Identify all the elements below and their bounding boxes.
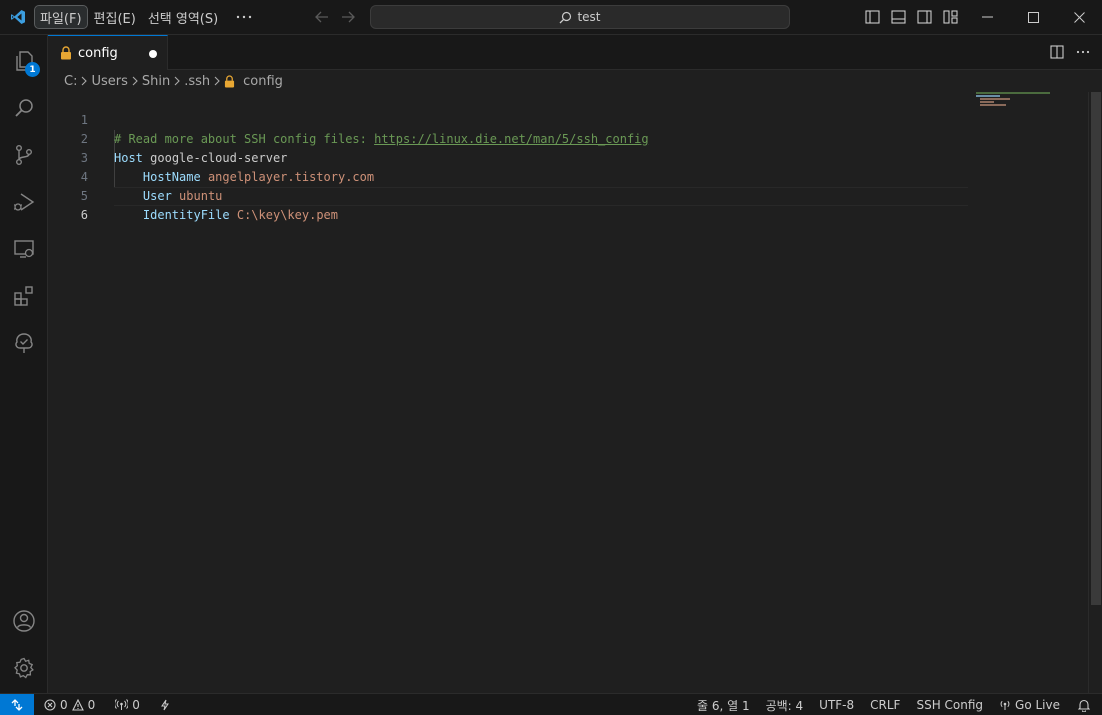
forwarded-ports-indicator[interactable]: 0 [109,694,146,715]
search-icon [560,11,572,23]
toggle-primary-sidebar-icon[interactable] [862,6,882,28]
breadcrumb-ssh[interactable]: .ssh [184,74,210,89]
go-back-icon[interactable] [313,8,331,26]
toggle-secondary-sidebar-icon[interactable] [914,6,934,28]
minimap[interactable] [976,92,1086,112]
chevron-right-icon [173,76,181,86]
menu-file[interactable]: 파일(F) [34,5,88,29]
search-icon[interactable] [0,84,48,132]
explorer-icon[interactable]: 1 [0,37,48,85]
notifications-bell-icon[interactable] [1072,694,1096,715]
code-line-1[interactable]: 1 # Read more about SSH config files: ht… [48,92,968,146]
more-actions-icon[interactable] [1072,41,1094,63]
eol-setting[interactable]: CRLF [864,694,906,715]
vscode-logo-icon [0,0,35,35]
unsaved-dot-icon[interactable] [149,50,157,58]
error-count: 0 [60,697,68,712]
broadcast-icon [1000,700,1010,710]
lightning-icon [160,699,169,710]
customize-layout-icon[interactable] [940,6,960,28]
remote-indicator-icon[interactable] [0,693,34,715]
editor-tabs: config [48,35,1102,70]
value-identityfile: C:\key\key.pem [236,208,338,222]
ports-count: 0 [132,697,140,712]
search-text: test [577,10,601,24]
extensions-icon[interactable] [0,272,48,320]
go-forward-icon[interactable] [339,8,357,26]
lock-icon [225,74,235,87]
tab-label: config [78,45,118,61]
code-editor[interactable]: 1 # Read more about SSH config files: ht… [48,92,1088,693]
activity-bar: 1 [0,35,48,693]
accounts-icon[interactable] [0,597,48,645]
chevron-right-icon [213,76,221,86]
menu-bar: 파일(F) 편집(E) 선택 영역(S) [34,0,257,35]
breadcrumb: C: Users Shin .ssh config [48,70,283,92]
lightning-indicator[interactable] [154,694,176,715]
go-live-button[interactable]: Go Live [993,694,1066,715]
close-icon[interactable] [1056,0,1102,34]
breadcrumb-config[interactable]: config [224,74,283,89]
warning-count: 0 [87,697,96,712]
language-mode[interactable]: SSH Config [910,694,989,715]
code-line-4[interactable]: 4 User ubuntu [48,149,968,203]
status-bar: 0 0 0 줄 6, 열 1 공백: 4 UTF-8 CRLF SSH Conf… [0,693,1102,715]
code-line-6[interactable]: 6 [48,187,968,222]
vertical-scrollbar[interactable] [1088,92,1102,693]
command-center-search[interactable]: test [370,5,790,29]
scrollbar-thumb[interactable] [1091,92,1101,605]
title-bar: 파일(F) 편집(E) 선택 영역(S) test [0,0,1102,35]
minimize-icon[interactable] [964,0,1010,34]
warning-icon [71,698,84,711]
tab-config[interactable]: config [48,35,168,70]
toggle-panel-icon[interactable] [888,6,908,28]
explorer-badge: 1 [25,62,40,77]
code-line-3[interactable]: 3 HostName angelplayer.tistory.com [48,130,968,184]
split-editor-icon[interactable] [1046,41,1068,63]
menu-edit[interactable]: 편집(E) [89,6,141,28]
indentation-setting[interactable]: 공백: 4 [760,694,810,715]
breadcrumb-users[interactable]: Users [91,74,127,89]
go-live-label: Go Live [1015,698,1060,712]
breadcrumb-config-label: config [243,73,283,89]
settings-gear-icon[interactable] [0,644,48,692]
encoding-setting[interactable]: UTF-8 [813,694,860,715]
menu-selection[interactable]: 선택 영역(S) [143,6,223,28]
broadcast-icon [115,698,129,710]
lock-icon [61,46,71,60]
code-line-2[interactable]: 2 Host google-cloud-server [48,111,968,165]
more-menu-icon[interactable] [231,6,257,28]
maximize-icon[interactable] [1010,0,1056,34]
testing-icon[interactable] [0,319,48,367]
source-control-icon[interactable] [0,131,48,179]
problems-indicator[interactable]: 0 0 [38,694,101,715]
breadcrumb-drive[interactable]: C: [64,74,77,89]
run-and-debug-icon[interactable] [0,178,48,226]
error-icon [44,698,56,711]
chevron-right-icon [131,76,139,86]
line-number: 6 [80,208,88,222]
chevron-right-icon [80,76,88,86]
breadcrumb-shin[interactable]: Shin [142,74,170,89]
keyword-identityfile: IdentityFile [142,208,230,222]
cursor-position[interactable]: 줄 6, 열 1 [691,694,756,715]
code-line-5[interactable]: 5 IdentityFile C:\key\key.pem [48,168,968,222]
remote-explorer-icon[interactable] [0,225,48,273]
